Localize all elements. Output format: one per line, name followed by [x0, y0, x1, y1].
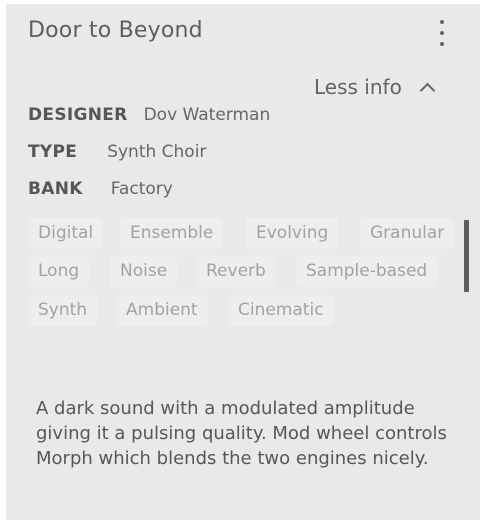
tag-ambient[interactable]: Ambient — [116, 295, 208, 326]
designer-value: Dov Waterman — [143, 105, 271, 125]
tag-evolving[interactable]: Evolving — [246, 218, 339, 249]
tag-reverb[interactable]: Reverb — [196, 256, 276, 287]
tag-long[interactable]: Long — [28, 256, 90, 287]
tag-ensemble[interactable]: Ensemble — [120, 218, 224, 249]
tag-granular[interactable]: Granular — [360, 218, 455, 249]
tags-scrollbar-thumb[interactable] — [464, 220, 469, 292]
less-info-label: Less info — [314, 75, 402, 99]
type-row: TYPE Synth Choir — [28, 142, 206, 162]
preset-info-panel: Door to Beyond Less info DESIGNER Dov Wa… — [6, 4, 480, 520]
preset-title: Door to Beyond — [28, 18, 203, 43]
preset-description: A dark sound with a modulated amplitude … — [36, 398, 447, 469]
more-options-button[interactable] — [432, 20, 452, 46]
bank-key: BANK — [28, 179, 83, 199]
more-vertical-icon — [440, 20, 444, 24]
more-vertical-icon-dot — [440, 42, 444, 46]
tags-scrollbar[interactable] — [464, 220, 469, 292]
tag-cinematic[interactable]: Cinematic — [228, 295, 334, 326]
tag-noise[interactable]: Noise — [110, 256, 178, 287]
more-vertical-icon-dot — [440, 31, 444, 35]
bank-row: BANK Factory — [28, 179, 173, 199]
designer-key: DESIGNER — [28, 105, 128, 125]
bank-value: Factory — [110, 179, 173, 199]
tag-synth[interactable]: Synth — [28, 295, 98, 326]
tag-digital[interactable]: Digital — [28, 218, 104, 249]
type-value: Synth Choir — [107, 142, 207, 162]
tag-sample-based[interactable]: Sample-based — [296, 256, 438, 287]
less-info-toggle[interactable]: Less info — [314, 74, 436, 100]
type-key: TYPE — [28, 142, 78, 162]
chevron-up-icon — [419, 82, 436, 98]
designer-row: DESIGNER Dov Waterman — [28, 105, 270, 125]
